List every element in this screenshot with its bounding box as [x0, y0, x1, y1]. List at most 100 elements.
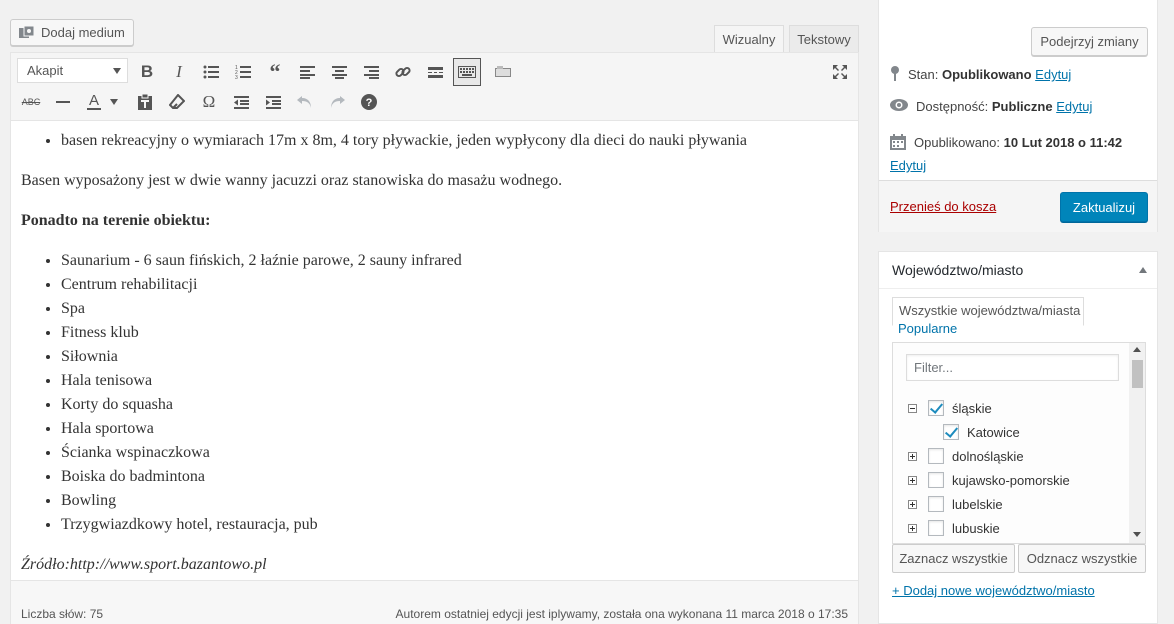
tree-item[interactable]: kujawsko-pomorskie	[908, 469, 1070, 491]
expand-icon[interactable]	[908, 475, 917, 485]
checkbox[interactable]	[928, 472, 944, 488]
filter-input[interactable]	[906, 354, 1119, 381]
list-item: Hala tenisowa	[61, 369, 851, 393]
published-row: Opublikowano: 10 Lut 2018 o 11:42 Edytuj	[890, 133, 1150, 176]
collapse-icon[interactable]	[908, 403, 917, 413]
add-media-button[interactable]: Dodaj medium	[10, 19, 134, 46]
collapse-arrow-icon[interactable]	[1139, 267, 1147, 273]
scroll-down-icon[interactable]	[1133, 532, 1141, 537]
align-left-icon[interactable]	[293, 58, 321, 86]
deselect-all-button[interactable]: Odznacz wszystkie	[1018, 544, 1146, 573]
svg-text:3: 3	[235, 75, 238, 79]
indent-icon[interactable]	[259, 88, 287, 116]
checkbox[interactable]	[928, 496, 944, 512]
editor-content[interactable]: basen rekreacyjny o wymiarach 17m x 8m, …	[21, 129, 851, 577]
add-media-label: Dodaj medium	[41, 25, 125, 40]
list-item: Ścianka wspinaczkowa	[61, 441, 851, 465]
link-icon[interactable]	[389, 58, 417, 86]
list-item: basen rekreacyjny o wymiarach 17m x 8m, …	[61, 129, 851, 153]
edit-date-link[interactable]: Edytuj	[890, 158, 926, 173]
status-label: Stan:	[908, 67, 939, 82]
tree-item[interactable]: śląskie	[908, 397, 992, 419]
tree-item-label: śląskie	[952, 400, 992, 416]
checkbox[interactable]	[928, 520, 944, 536]
text-color-caret-icon[interactable]	[107, 88, 121, 116]
tab-popular-regions[interactable]: Popularne	[898, 321, 957, 336]
read-more-icon[interactable]	[421, 58, 449, 86]
list-item: Trzygwiazdkowy hotel, restauracja, pub	[61, 513, 851, 537]
add-new-region-link[interactable]: + Dodaj nowe województwo/miasto	[892, 583, 1095, 598]
select-all-button[interactable]: Zaznacz wszystkie	[892, 544, 1015, 573]
numbered-list-icon[interactable]: 123	[229, 58, 257, 86]
outdent-icon[interactable]	[227, 88, 255, 116]
form-icon[interactable]	[489, 58, 517, 86]
list-item: Fitness klub	[61, 321, 851, 345]
scroll-thumb[interactable]	[1132, 360, 1143, 388]
list-item: Bowling	[61, 489, 851, 513]
toolbar-toggle-icon[interactable]	[453, 58, 481, 86]
edit-visibility-link[interactable]: Edytuj	[1056, 99, 1092, 114]
checkbox[interactable]	[943, 424, 959, 440]
text-color-icon[interactable]: A	[81, 88, 107, 116]
paragraph: Basen wyposażony jest w dwie wanny jacuz…	[21, 172, 563, 189]
word-count: Liczba słów: 75	[21, 607, 104, 621]
fullscreen-icon[interactable]	[826, 58, 854, 86]
update-button[interactable]: Zaktualizuj	[1060, 192, 1148, 222]
paste-text-icon[interactable]	[131, 88, 159, 116]
heading: Ponadto na terenie obiektu:	[21, 212, 211, 229]
editor-toolbar: Akapit B I 123 “ ABC A Ω ?	[11, 53, 858, 121]
checkbox[interactable]	[928, 448, 944, 464]
special-character-icon[interactable]: Ω	[195, 88, 223, 116]
tree-item[interactable]: Katowice	[943, 421, 1020, 443]
format-select-value: Akapit	[27, 63, 64, 78]
redo-icon[interactable]	[323, 88, 351, 116]
tab-text[interactable]: Tekstowy	[789, 25, 859, 52]
publish-box: Podejrzyj zmiany Stan: Opublikowano Edyt…	[878, 0, 1158, 232]
region-box-header[interactable]: Województwo/miasto	[879, 252, 1157, 289]
source-line: Źródło:http://www.sport.bazantowo.pl	[21, 556, 267, 573]
list-item: Spa	[61, 297, 851, 321]
italic-icon[interactable]: I	[165, 58, 193, 86]
svg-text:?: ?	[366, 97, 373, 109]
scrollbar[interactable]	[1129, 343, 1145, 543]
tree-item[interactable]: lubuskie	[908, 517, 1000, 539]
checkbox[interactable]	[928, 400, 944, 416]
calendar-icon	[890, 134, 906, 156]
list-item: Hala sportowa	[61, 417, 851, 441]
region-box-title: Województwo/miasto	[892, 262, 1024, 278]
published-label: Opublikowano:	[914, 135, 1000, 150]
list-item: Siłownia	[61, 345, 851, 369]
edit-status-link[interactable]: Edytuj	[1035, 67, 1071, 82]
tree-item[interactable]: lubelskie	[908, 493, 1003, 515]
undo-icon[interactable]	[291, 88, 319, 116]
tab-visual[interactable]: Wizualny	[714, 25, 784, 52]
bold-icon[interactable]: B	[133, 58, 161, 86]
scroll-up-icon[interactable]	[1133, 347, 1141, 352]
list-item: Centrum rehabilitacji	[61, 273, 851, 297]
align-right-icon[interactable]	[357, 58, 385, 86]
tree-item-label: dolnośląskie	[952, 448, 1024, 464]
list-main: Saunarium - 6 saun fińskich, 2 łaźnie pa…	[61, 249, 851, 537]
horizontal-line-icon[interactable]	[49, 88, 77, 116]
expand-icon[interactable]	[908, 523, 917, 533]
tree-item-label: kujawsko-pomorskie	[952, 472, 1070, 488]
format-select[interactable]: Akapit	[17, 58, 128, 83]
expand-icon[interactable]	[908, 499, 917, 509]
clear-formatting-icon[interactable]	[163, 88, 191, 116]
expand-icon[interactable]	[908, 451, 917, 461]
bullet-list-icon[interactable]	[197, 58, 225, 86]
editor: Akapit B I 123 “ ABC A Ω ? • basen rekre…	[10, 52, 859, 624]
visibility-row: Dostępność: Publiczne Edytuj	[890, 99, 1092, 114]
tree-item-label: Katowice	[967, 424, 1020, 440]
region-box: Województwo/miasto Wszystkie województwa…	[878, 251, 1158, 624]
align-center-icon[interactable]	[325, 58, 353, 86]
status-row: Stan: Opublikowano Edytuj	[890, 65, 1071, 84]
help-icon[interactable]: ?	[355, 88, 383, 116]
tree-item[interactable]: dolnośląskie	[908, 445, 1024, 467]
strikethrough-icon[interactable]: ABC	[17, 88, 45, 116]
blockquote-icon[interactable]: “	[261, 58, 289, 86]
move-to-trash-link[interactable]: Przenieś do kosza	[890, 199, 996, 214]
tree-item-label: lubuskie	[952, 520, 1000, 536]
last-edit-info: Autorem ostatniej edycji jest iplywamy, …	[395, 607, 848, 621]
preview-changes-button[interactable]: Podejrzyj zmiany	[1031, 27, 1148, 56]
